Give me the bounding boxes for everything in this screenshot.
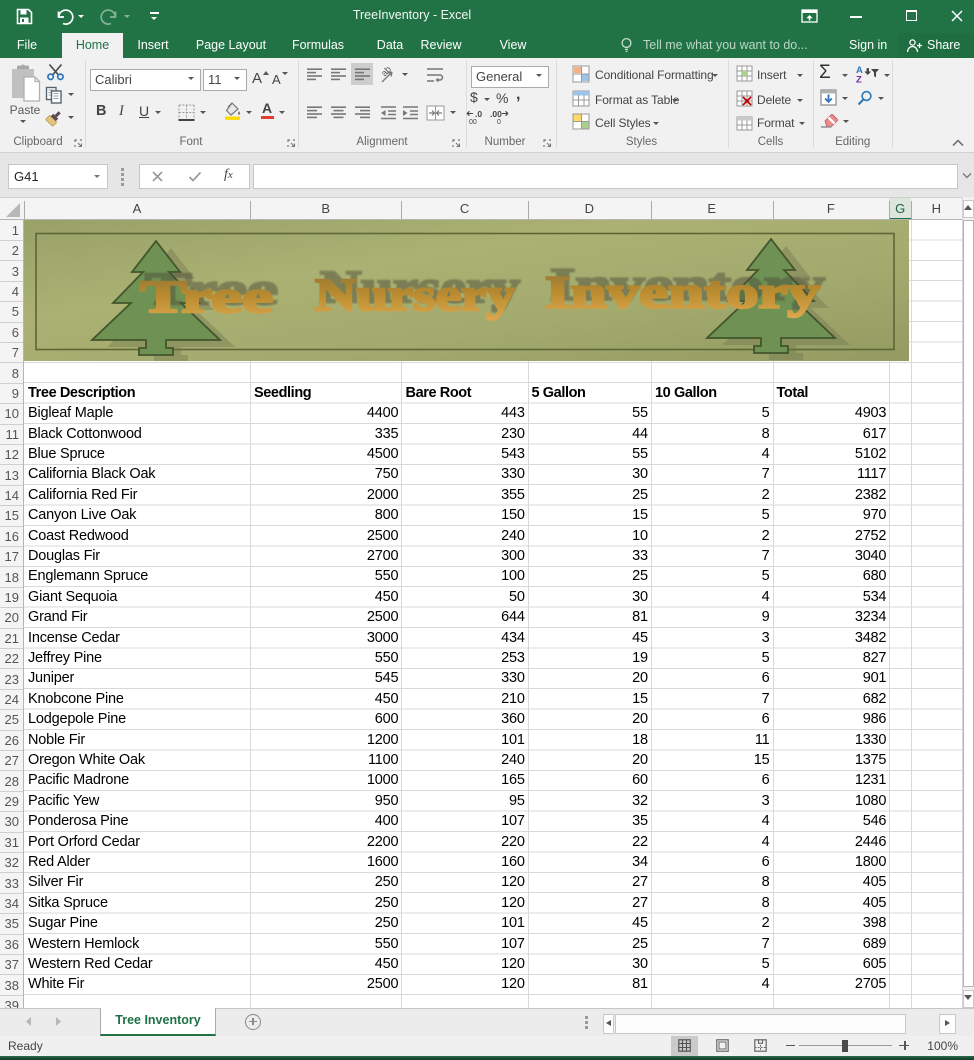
svg-text:00: 00: [469, 119, 477, 125]
svg-text:Inventory: Inventory: [545, 266, 820, 317]
svg-text:0: 0: [497, 119, 501, 125]
svg-text:Z: Z: [856, 75, 862, 84]
svg-text:.00: .00: [490, 109, 502, 119]
svg-text:.0: .0: [475, 109, 482, 119]
svg-text:Tree: Tree: [140, 271, 273, 322]
svg-text:Nursery: Nursery: [315, 269, 515, 320]
